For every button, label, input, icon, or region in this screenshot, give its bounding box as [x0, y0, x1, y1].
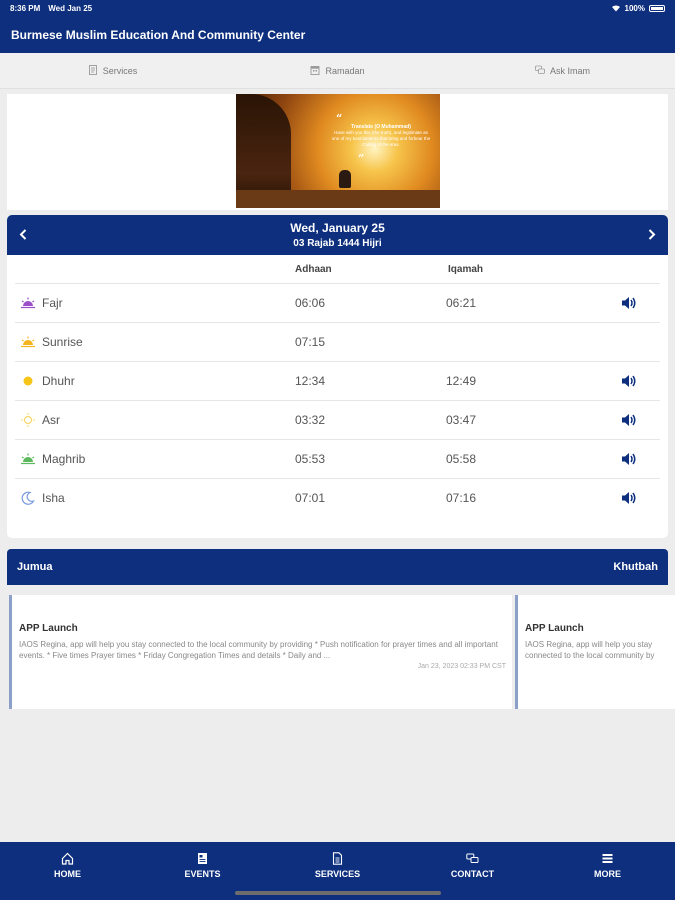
- adhaan-time: 12:34: [295, 374, 326, 388]
- home-indicator[interactable]: [235, 891, 441, 895]
- iqamah-time: 12:49: [446, 374, 477, 388]
- tab-ramadan-label: Ramadan: [325, 65, 365, 76]
- adhaan-time: 07:01: [295, 491, 326, 505]
- nav-more[interactable]: MORE: [540, 842, 675, 900]
- services-icon: [332, 852, 343, 865]
- status-bar: 8:36 PM Wed Jan 25 100%: [0, 0, 675, 17]
- prayer-name: Maghrib: [42, 452, 86, 466]
- adhaan-time: 03:32: [295, 413, 326, 427]
- quote-close-icon: ”: [358, 152, 365, 165]
- news-title: APP Launch: [19, 623, 78, 634]
- news-body: IAOS Regina, app will help you stay conn…: [525, 640, 655, 660]
- tab-ramadan[interactable]: Ramadan: [225, 53, 450, 88]
- speaker-icon[interactable]: [621, 373, 637, 389]
- adhaan-time: 05:53: [295, 452, 326, 466]
- chevron-right-icon[interactable]: [648, 227, 656, 243]
- wifi-icon: [611, 4, 621, 14]
- chat-icon: [535, 65, 545, 77]
- news-date: Jan 23, 2023 02:33 PM CST: [417, 663, 506, 670]
- home-icon: [61, 852, 74, 865]
- document-icon: [88, 64, 98, 77]
- banner-card: “ Translate (O Muhammad) Have with you t…: [7, 94, 668, 210]
- sun-icon: [21, 374, 35, 388]
- moon-icon: [21, 491, 35, 505]
- prayer-column-headers: Adhaan Iqamah: [15, 255, 660, 284]
- khutbah-label[interactable]: Khutbah: [613, 561, 658, 573]
- prayer-row-isha: Isha 07:01 07:16: [15, 479, 660, 518]
- adhaan-time: 06:06: [295, 296, 326, 310]
- prayer-row-sunrise: Sunrise 07:15: [15, 323, 660, 362]
- nav-events-label: EVENTS: [184, 869, 221, 879]
- prayer-row-dhuhr: Dhuhr 12:34 12:49: [15, 362, 660, 401]
- kneeling-figure: [339, 170, 351, 188]
- fajr-sunrise-icon: [21, 296, 35, 310]
- adhaan-header: Adhaan: [295, 264, 332, 275]
- adhaan-time: 07:15: [295, 335, 326, 349]
- tab-ask-imam-label: Ask Imam: [549, 65, 590, 76]
- contact-icon: [466, 853, 479, 863]
- tab-ask-imam[interactable]: Ask Imam: [450, 53, 675, 88]
- events-icon: [198, 853, 207, 864]
- prayer-name: Sunrise: [42, 335, 83, 349]
- sunrise-icon: [21, 335, 35, 349]
- prayer-row-fajr: Fajr 06:06 06:21: [15, 284, 660, 323]
- speaker-icon[interactable]: [621, 295, 637, 311]
- prayer-name: Asr: [42, 413, 60, 427]
- sun-outline-icon: [21, 413, 35, 427]
- banner-image[interactable]: “ Translate (O Muhammad) Have with you t…: [236, 94, 440, 208]
- news-card[interactable]: APP Launch IAOS Regina, app will help yo…: [9, 595, 512, 709]
- battery-percent: 100%: [624, 4, 645, 13]
- nav-services-label: SERVICES: [314, 869, 361, 879]
- prayer-row-maghrib: Maghrib 05:53 05:58: [15, 440, 660, 479]
- iqamah-time: 03:47: [446, 413, 477, 427]
- nav-home-label: HOME: [54, 869, 81, 879]
- gregorian-date: Wed, January 25: [290, 221, 385, 235]
- iqamah-time: 06:21: [446, 296, 477, 310]
- chevron-left-icon[interactable]: [19, 227, 27, 243]
- top-tabs: Services Ramadan Ask Imam: [0, 53, 675, 89]
- news-title: APP Launch: [525, 623, 584, 634]
- prayer-name: Fajr: [42, 296, 63, 310]
- tab-services-label: Services: [102, 65, 138, 76]
- hijri-date: 03 Rajab 1444 Hijri: [293, 238, 382, 249]
- news-body: IAOS Regina, app will help you stay conn…: [19, 640, 498, 660]
- speaker-icon[interactable]: [621, 412, 637, 428]
- calendar-icon: [310, 65, 320, 77]
- speaker-icon[interactable]: [621, 451, 637, 467]
- prayer-times-card: Wed, January 25 03 Rajab 1444 Hijri Adha…: [7, 215, 668, 538]
- status-date: Wed Jan 25: [48, 4, 93, 13]
- battery-icon: [649, 5, 665, 12]
- prayer-name: Isha: [42, 491, 65, 505]
- speaker-icon[interactable]: [621, 490, 637, 506]
- date-header: Wed, January 25 03 Rajab 1444 Hijri: [7, 215, 668, 255]
- iqamah-time: 07:16: [446, 491, 477, 505]
- menu-icon: [602, 854, 613, 863]
- prayer-name: Dhuhr: [42, 374, 75, 388]
- nav-home[interactable]: HOME: [0, 842, 135, 900]
- tab-services[interactable]: Services: [0, 53, 225, 88]
- sunset-icon: [21, 452, 35, 466]
- jumua-label[interactable]: Jumua: [17, 561, 52, 573]
- page-title: Burmese Muslim Education And Community C…: [11, 28, 306, 42]
- nav-contact-label: CONTACT: [450, 869, 495, 879]
- iqamah-header: Iqamah: [448, 264, 484, 275]
- nav-more-label: MORE: [594, 869, 621, 879]
- app-header: Burmese Muslim Education And Community C…: [0, 17, 675, 53]
- jumua-bar: Jumua Khutbah: [7, 549, 668, 585]
- prayer-row-asr: Asr 03:32 03:47: [15, 401, 660, 440]
- news-card[interactable]: APP Launch IAOS Regina, app will help yo…: [515, 595, 675, 709]
- banner-quote: Translate (O Muhammad) Have with you thi…: [331, 124, 431, 148]
- status-time: 8:36 PM: [10, 4, 41, 13]
- banner-quote-text: Have with you this (the truth), and legi…: [331, 130, 431, 147]
- iqamah-time: 05:58: [446, 452, 477, 466]
